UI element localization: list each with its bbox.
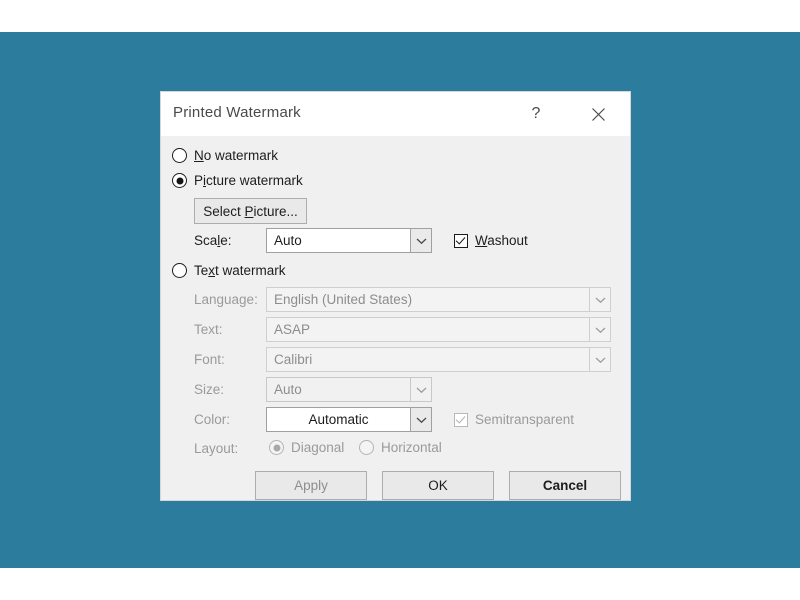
- accel-key: N: [194, 148, 204, 163]
- dialog-titlebar: Printed Watermark ?: [161, 92, 630, 136]
- size-value: Auto: [266, 377, 410, 402]
- printed-watermark-dialog: Printed Watermark ? No watermark Picture…: [161, 92, 630, 500]
- color-combobox[interactable]: Automatic: [266, 407, 432, 432]
- select-picture-label: Select Picture...: [203, 203, 298, 219]
- screenshot-root: Printed Watermark ? No watermark Picture…: [0, 0, 800, 600]
- cancel-button[interactable]: Cancel: [509, 471, 621, 500]
- radio-no-watermark[interactable]: No watermark: [172, 148, 278, 163]
- ok-label: OK: [428, 478, 448, 493]
- radio-indicator-no-watermark: [172, 148, 187, 163]
- diagonal-label: Diagonal: [291, 440, 345, 455]
- help-button[interactable]: ?: [514, 92, 558, 136]
- radio-indicator-text-watermark: [172, 263, 187, 278]
- size-label-row: Size:: [194, 382, 224, 397]
- radio-indicator-diagonal: [269, 440, 284, 455]
- size-label: Size:: [194, 382, 225, 397]
- font-value: Calibri: [266, 347, 589, 372]
- accel-key: x: [208, 263, 216, 278]
- layout-label-row: Layout:: [194, 441, 238, 456]
- radio-indicator-picture-watermark: [172, 173, 187, 188]
- accel-key: W: [475, 233, 488, 248]
- scale-value: Auto: [266, 228, 410, 253]
- dialog-body: No watermark Picture watermark Select Pi…: [161, 136, 630, 500]
- font-label-row: Font:: [194, 352, 225, 367]
- radio-layout-diagonal[interactable]: Diagonal: [269, 440, 344, 455]
- question-mark-icon: ?: [531, 105, 541, 122]
- radio-layout-horizontal[interactable]: Horizontal: [359, 440, 442, 455]
- color-value: Automatic: [266, 407, 410, 432]
- radio-indicator-horizontal: [359, 440, 374, 455]
- apply-button[interactable]: Apply: [255, 471, 367, 500]
- close-button[interactable]: [576, 92, 620, 136]
- washout-label: Washout: [475, 233, 528, 248]
- horizontal-label: Horizontal: [381, 440, 442, 455]
- chevron-down-icon[interactable]: [410, 407, 432, 432]
- language-label: Language:: [194, 292, 258, 307]
- radio-text-watermark[interactable]: Text watermark: [172, 263, 286, 278]
- radio-label-no-watermark: No watermark: [194, 148, 279, 163]
- chevron-down-icon[interactable]: [589, 317, 611, 342]
- checkbox-indicator-washout: [454, 233, 468, 248]
- accel-key: P: [244, 203, 254, 219]
- chevron-down-icon[interactable]: [589, 347, 611, 372]
- font-label: Font:: [194, 352, 225, 367]
- language-value: English (United States): [266, 287, 589, 312]
- apply-label: Apply: [294, 478, 328, 493]
- close-icon: [591, 107, 606, 122]
- text-label: Text:: [194, 322, 223, 337]
- dialog-title: Printed Watermark: [173, 104, 301, 121]
- color-label-row: Color:: [194, 412, 230, 427]
- checkbox-indicator-semitransparent: [454, 412, 468, 427]
- language-label-row: Language:: [194, 292, 258, 307]
- text-label-row: Text:: [194, 322, 223, 337]
- select-picture-button[interactable]: Select Picture...: [194, 198, 307, 224]
- text-combobox[interactable]: ASAP: [266, 317, 611, 342]
- radio-label-picture-watermark: Picture watermark: [194, 173, 303, 188]
- chevron-down-icon[interactable]: [410, 228, 432, 253]
- font-combobox[interactable]: Calibri: [266, 347, 611, 372]
- semitransparent-checkbox[interactable]: Semitransparent: [454, 412, 574, 427]
- size-combobox[interactable]: Auto: [266, 377, 432, 402]
- color-label: Color:: [194, 412, 231, 427]
- radio-label-text-watermark: Text watermark: [194, 263, 286, 278]
- language-combobox[interactable]: English (United States): [266, 287, 611, 312]
- chevron-down-icon[interactable]: [410, 377, 432, 402]
- text-value: ASAP: [266, 317, 589, 342]
- scale-combobox[interactable]: Auto: [266, 228, 432, 253]
- layout-label: Layout:: [194, 441, 239, 456]
- washout-checkbox[interactable]: Washout: [454, 233, 528, 248]
- scale-label-row: Scale:: [194, 233, 232, 248]
- semitransparent-label: Semitransparent: [475, 412, 575, 427]
- scale-label: Scale:: [194, 233, 232, 248]
- ok-button[interactable]: OK: [382, 471, 494, 500]
- chevron-down-icon[interactable]: [589, 287, 611, 312]
- radio-picture-watermark[interactable]: Picture watermark: [172, 173, 303, 188]
- cancel-label: Cancel: [542, 478, 588, 493]
